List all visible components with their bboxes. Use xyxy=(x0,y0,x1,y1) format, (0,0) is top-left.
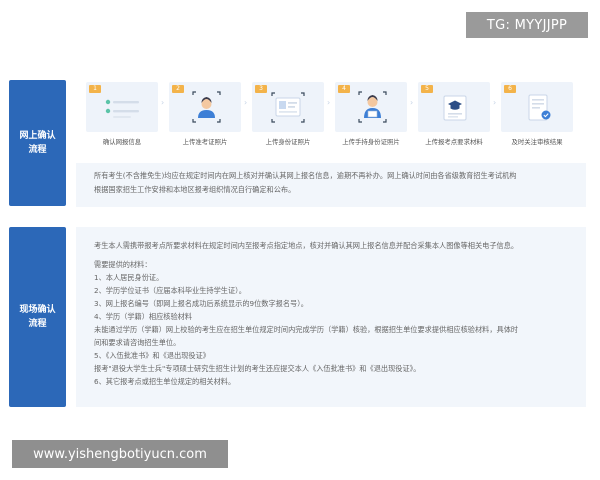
id-card-icon xyxy=(271,92,305,123)
step-4-label: 上传手持身份证照片 xyxy=(342,138,400,146)
portrait-frame-icon xyxy=(192,91,221,123)
step-5-card: 5 xyxy=(418,82,490,132)
onsite-details: 考生本人需携带报考点所要求材料在规定时间内至报考点指定地点，核对并确认其网上报名… xyxy=(76,227,586,407)
arrow-icon: › xyxy=(161,98,165,107)
arrow-icon: › xyxy=(244,98,248,107)
onsite-line: 未能通过学历（学籍）网上校验的考生应在招生单位规定时间内完成学历（学籍）核验，根… xyxy=(94,325,519,334)
step-3-label: 上传身份证照片 xyxy=(265,138,311,146)
onsite-line: 2、学历学位证书（应届本科毕业生持学生证）。 xyxy=(94,286,246,295)
step-2-label: 上传准考证照片 xyxy=(182,138,228,146)
online-note: 所有考生(不含推免生)均应在规定时间内在网上核对并确认其网上报名信息，逾期不再补… xyxy=(76,163,586,207)
onsite-line: 1、本人居民身份证。 xyxy=(94,273,164,282)
online-note-line: 所有考生(不含推免生)均应在规定时间内在网上核对并确认其网上报名信息，逾期不再补… xyxy=(94,171,517,180)
onsite-line: 5、《入伍批准书》和《退出现役证》 xyxy=(94,351,210,360)
step-1-card: 1 xyxy=(86,82,158,132)
online-section-label-text: 网上确认流程 xyxy=(19,131,56,155)
step-3-card: 3 xyxy=(252,82,324,132)
onsite-intro: 考生本人需携带报考点所要求材料在规定时间内至报考点指定地点，核对并确认其网上报名… xyxy=(94,241,519,250)
arrow-icon: › xyxy=(493,98,497,107)
onsite-line: 报考"退役大学生士兵"专项硕士研究生招生计划的考生还应提交本人《入伍批准书》和《… xyxy=(94,364,421,373)
person-holding-id-icon xyxy=(358,91,387,123)
step-4-card: 4 xyxy=(335,82,407,132)
step-1-label: 确认网报信息 xyxy=(102,138,142,146)
graduation-cap-icon xyxy=(443,95,467,121)
step-2-card: 2 xyxy=(169,82,241,132)
steps-flow: 1 确认网报信息 › 2 上传准考证照片 › 3 上传身份证照片 › 4 上传手… xyxy=(76,78,586,152)
onsite-line: 4、学历（学籍）相应核验材料 xyxy=(94,312,193,321)
document-check-icon xyxy=(528,94,551,121)
step-4: 4 上传手持身份证照片 xyxy=(335,82,407,152)
onsite-line: 需要提供的材料： xyxy=(94,260,152,269)
arrow-icon: › xyxy=(327,98,331,107)
form-check-icon xyxy=(105,99,139,118)
step-6-card: 6 xyxy=(501,82,573,132)
online-note-line: 根据国家招生工作安排和本地区报考组织情况自行确定和公布。 xyxy=(94,185,296,194)
onsite-section-label-text: 现场确认流程 xyxy=(19,305,56,329)
onsite-line: 3、网上报名编号（即网上报名成功后系统显示的9位数字报名号）。 xyxy=(94,299,308,308)
step-3: 3 上传身份证照片 xyxy=(252,82,324,152)
watermark-top: TG: MYYJJPP xyxy=(466,12,588,38)
onsite-section-label: 现场确认流程 xyxy=(9,227,66,407)
watermark-bottom: www.yishengbotiyucn.com xyxy=(12,440,228,468)
onsite-line: 间和要求请咨询招生单位。 xyxy=(94,338,181,347)
arrow-icon: › xyxy=(410,98,414,107)
step-2: 2 上传准考证照片 xyxy=(169,82,241,152)
step-5-label: 上传报考点要求材料 xyxy=(425,138,483,146)
step-6: 6 及时关注审核结果 xyxy=(501,82,573,152)
step-6-label: 及时关注审核结果 xyxy=(511,138,563,146)
onsite-line: 6、其它报考点或招生单位规定的相关材料。 xyxy=(94,377,236,386)
step-1: 1 确认网报信息 xyxy=(86,82,158,152)
online-section-label: 网上确认流程 xyxy=(9,80,66,206)
step-5: 5 上传报考点要求材料 xyxy=(418,82,490,152)
